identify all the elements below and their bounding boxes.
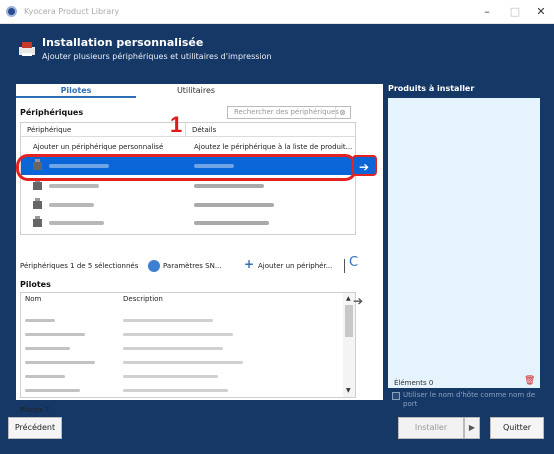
products-to-install-list: Éléments 0 🗑 <box>388 98 540 388</box>
install-dropdown-button[interactable]: ▶ <box>464 417 480 439</box>
add-driver-to-install-button[interactable]: ➔ <box>353 294 367 308</box>
scroll-thumb[interactable] <box>345 305 353 337</box>
driver-row[interactable] <box>25 383 343 397</box>
device-details-redacted <box>194 203 274 207</box>
device-name-redacted <box>49 184 99 188</box>
device-name-redacted <box>49 221 104 225</box>
install-button[interactable]: Installer <box>398 417 464 439</box>
toolbar-separator <box>344 259 345 273</box>
tab-pilotes[interactable]: Pilotes <box>16 84 136 98</box>
driver-row[interactable] <box>25 369 343 383</box>
selected-row-highlight <box>16 154 357 181</box>
window-title: Kyocera Product Library <box>24 7 120 16</box>
device-details-redacted <box>194 184 264 188</box>
driver-row[interactable] <box>25 341 343 355</box>
drivers-section-label: Pilotes <box>20 280 51 289</box>
tab-utilitaires[interactable]: Utilitaires <box>136 84 256 98</box>
add-device-link[interactable]: Ajouter un périphér... <box>258 262 332 270</box>
window-titlebar: Kyocera Product Library – □ ✕ <box>0 0 554 24</box>
column-header-details[interactable]: Détails <box>186 123 355 137</box>
main-area: Installation personnalisée Ajouter plusi… <box>0 24 554 454</box>
hostname-port-checkbox[interactable] <box>392 392 400 400</box>
products-to-install-pane: Produits à installer Éléments 0 🗑 <box>388 84 540 400</box>
column-header-nom[interactable]: Nom <box>25 295 41 303</box>
driver-row[interactable] <box>25 327 343 341</box>
device-search-input[interactable]: Rechercher des périphériques <box>227 106 351 119</box>
app-icon <box>6 6 17 17</box>
elements-count: Éléments 0 <box>394 379 434 387</box>
tab-bar: Pilotes Utilitaires <box>16 84 383 98</box>
driver-table: Nom Description ▲ ▼ <box>20 292 356 398</box>
column-header-device[interactable]: Périphérique <box>21 123 186 137</box>
snmp-settings-link[interactable]: Paramètres SN... <box>163 262 222 270</box>
scroll-down-icon[interactable]: ▼ <box>346 387 351 394</box>
table-row[interactable] <box>21 196 355 214</box>
device-details-redacted <box>194 221 269 225</box>
device-name-redacted <box>49 203 94 207</box>
previous-button[interactable]: Précédent <box>8 417 62 439</box>
printer-install-icon <box>19 42 35 56</box>
driver-row[interactable] <box>25 313 343 327</box>
driver-row[interactable] <box>25 355 343 369</box>
drivers-count: Pilotes 7 <box>20 406 50 414</box>
quit-button[interactable]: Quitter <box>490 417 544 439</box>
header-title: Installation personnalisée <box>42 36 204 49</box>
clear-search-icon[interactable]: ⊗ <box>335 107 349 118</box>
snmp-settings-icon[interactable] <box>148 260 160 272</box>
devices-section-label: Périphériques <box>20 108 84 117</box>
header-subtitle: Ajouter plusieurs périphériques et utili… <box>42 52 272 61</box>
column-header-description[interactable]: Description <box>123 295 163 303</box>
trash-icon[interactable]: 🗑 <box>524 376 535 386</box>
driver-scrollbar[interactable]: ▲ ▼ <box>343 293 355 397</box>
refresh-icon[interactable]: C <box>349 255 358 270</box>
printer-icon <box>33 198 42 209</box>
close-button[interactable]: ✕ <box>526 2 554 22</box>
scroll-up-icon[interactable]: ▲ <box>346 295 351 302</box>
left-pane: Pilotes Utilitaires Périphériques Recher… <box>16 84 383 414</box>
table-row[interactable] <box>21 214 355 232</box>
add-device-plus-icon[interactable]: + <box>244 257 254 271</box>
minimize-button[interactable]: – <box>472 2 502 22</box>
printer-icon <box>33 216 42 227</box>
devices-selected-status: Périphériques 1 de 5 sélectionnés <box>20 262 139 270</box>
add-device-to-install-button[interactable]: ➔ <box>352 155 377 176</box>
printer-icon <box>33 179 42 190</box>
products-to-install-title: Produits à installer <box>388 84 475 93</box>
step-number-1: 1 <box>170 112 183 137</box>
hostname-port-label: Utiliser le nom d'hôte comme nom de port <box>403 391 536 408</box>
arrow-right-icon: ➔ <box>359 160 370 174</box>
